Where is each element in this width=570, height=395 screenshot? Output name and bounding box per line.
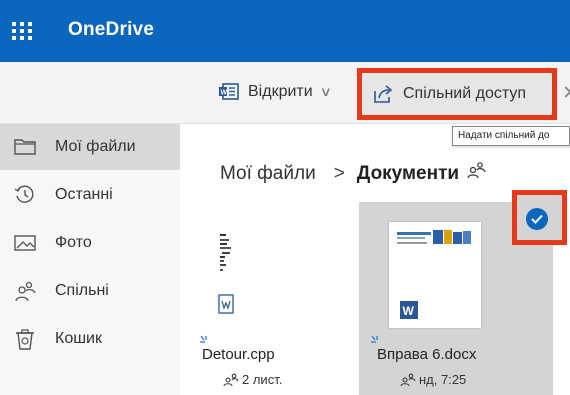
- file-meta-text: 2 лист.: [242, 372, 283, 387]
- open-in-app-icon: W: [219, 83, 239, 100]
- recycle-bin-icon: [14, 328, 36, 350]
- sidebar-item-recycle-bin[interactable]: Кошик: [0, 316, 180, 362]
- command-bar: W Відкрити ∨ Спільний доступ: [0, 62, 570, 124]
- app-header: OneDrive: [0, 0, 570, 62]
- photo-icon: [14, 232, 36, 254]
- breadcrumb-separator: >: [333, 163, 345, 184]
- file-tile[interactable]: Detour.cpp 2 лист.: [195, 202, 347, 395]
- sidebar: Мої файли Останні Фото Спільні Кошик: [0, 124, 180, 395]
- breadcrumb-root[interactable]: Мої файли: [220, 163, 316, 185]
- file-name[interactable]: Вправа 6.docx: [377, 346, 476, 363]
- sidebar-item-label: Мої файли: [55, 138, 136, 155]
- open-label: Відкрити: [248, 83, 313, 100]
- sidebar-item-photos[interactable]: Фото: [0, 220, 180, 266]
- shared-people-icon: [400, 373, 416, 386]
- more-commands-chevron-icon[interactable]: [560, 86, 570, 98]
- file-meta: нд, 7:25: [400, 372, 466, 387]
- sidebar-item-label: Кошик: [55, 330, 102, 347]
- checkmark-icon: [526, 208, 548, 230]
- sidebar-item-shared[interactable]: Спільні: [0, 268, 180, 314]
- svg-text:W: W: [221, 90, 228, 97]
- app-launcher-icon[interactable]: [10, 20, 34, 42]
- file-meta: 2 лист.: [223, 372, 282, 387]
- share-button[interactable]: Спільний доступ: [357, 68, 557, 120]
- shared-people-icon: [223, 373, 239, 386]
- share-tooltip: Надати спільний до: [452, 126, 570, 146]
- file-meta-text: нд, 7:25: [419, 372, 467, 387]
- chevron-down-icon[interactable]: ∨: [319, 84, 331, 100]
- sidebar-item-label: Останні: [55, 186, 113, 203]
- app-title[interactable]: OneDrive: [68, 19, 154, 41]
- code-file-icon: [218, 294, 234, 319]
- word-file-icon: W: [400, 301, 418, 324]
- breadcrumb: Мої файли > Документи: [220, 160, 487, 188]
- shared-people-icon[interactable]: [467, 161, 487, 179]
- svg-text:W: W: [403, 304, 415, 318]
- sidebar-item-recent[interactable]: Останні: [0, 172, 180, 218]
- file-select-checkbox[interactable]: [512, 190, 567, 245]
- sidebar-item-label: Спільні: [55, 282, 109, 299]
- share-label: Спільний доступ: [403, 85, 527, 102]
- breadcrumb-current: Документи: [356, 163, 460, 184]
- open-button[interactable]: W Відкрити ∨: [218, 79, 332, 105]
- shared-icon: [14, 280, 36, 302]
- share-icon: [374, 85, 393, 103]
- recent-icon: [14, 184, 36, 206]
- sidebar-item-my-files[interactable]: Мої файли: [0, 124, 180, 170]
- sidebar-item-label: Фото: [55, 234, 92, 251]
- file-name[interactable]: Detour.cpp: [202, 346, 275, 363]
- folder-icon: [14, 136, 36, 158]
